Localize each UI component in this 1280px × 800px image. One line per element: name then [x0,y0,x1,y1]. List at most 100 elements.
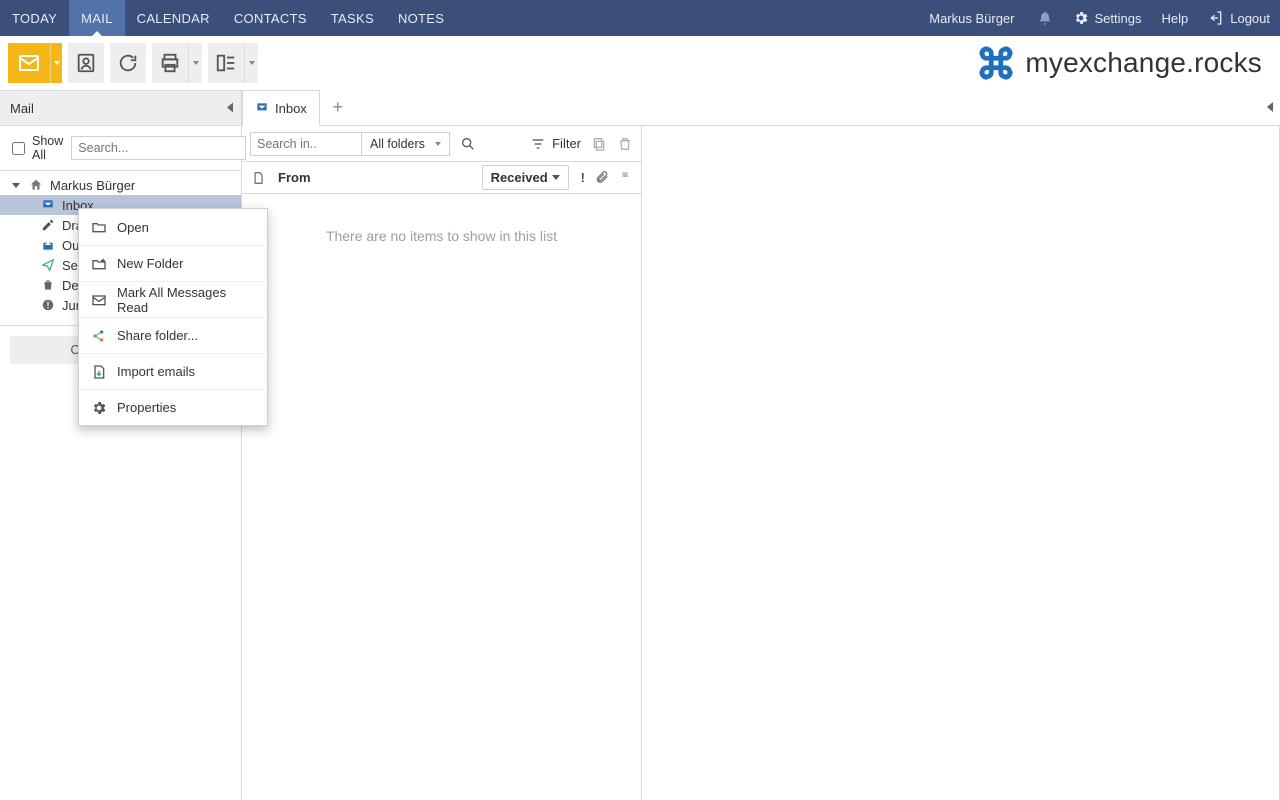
filter-icon [530,136,546,152]
empty-list-message: There are no items to show in this list [242,194,641,800]
layout-dropdown[interactable] [244,43,258,83]
settings-button[interactable]: Settings [1063,10,1152,26]
logout-icon [1208,10,1224,26]
ctx-share-folder[interactable]: Share folder... [79,317,267,353]
sidebar-title: Mail [10,101,34,116]
brand-text: myexchange.rocks [1025,47,1262,79]
copy-icon [591,136,607,152]
filter-button[interactable]: Filter [530,136,581,152]
top-bar: TODAY MAIL CALENDAR CONTACTS TASKS NOTES… [0,0,1280,36]
priority-column-icon[interactable]: ! [581,170,585,185]
topnav-today[interactable]: TODAY [0,0,69,36]
column-received[interactable]: Received [482,165,569,190]
message-list-pane: All folders Filter [242,126,642,800]
ctx-import-emails[interactable]: Import emails [79,353,267,389]
tab-inbox[interactable]: Inbox [242,90,320,126]
search-in-group: All folders [250,132,450,156]
search-go-button[interactable] [456,132,480,156]
logout-button[interactable]: Logout [1198,10,1280,26]
collapse-sidebar-button[interactable] [227,101,233,116]
ctx-label: Mark All Messages Read [117,285,255,315]
new-mail-button[interactable] [8,43,50,83]
share-icon [91,328,107,344]
current-user[interactable]: Markus Bürger [917,11,1026,26]
column-received-label: Received [491,170,548,185]
filter-label: Filter [552,136,581,151]
filter-chunk: Filter [530,136,633,152]
topnav-contacts[interactable]: CONTACTS [222,0,319,36]
ctx-open[interactable]: Open [79,209,267,245]
search-scope-label: All folders [370,137,425,151]
sidebar-search-input[interactable] [71,136,246,160]
logout-label: Logout [1230,11,1270,26]
list-column-header: From Received ! [242,162,641,194]
notifications-button[interactable] [1027,10,1063,26]
settings-label: Settings [1095,11,1142,26]
column-from[interactable]: From [278,170,470,185]
outbox-icon [40,237,56,253]
show-all-checkbox[interactable]: Show All [8,134,63,162]
plus-icon: + [333,97,344,118]
tab-label: Inbox [275,101,307,116]
search-scope-dropdown[interactable]: All folders [361,133,449,155]
topnav-tasks[interactable]: TASKS [319,0,386,36]
caret-left-icon [227,103,233,113]
folder-context-menu: Open New Folder Mark All Messages Read S… [78,208,268,426]
select-column-icon[interactable] [250,170,266,186]
column-right-icons: ! [581,170,633,185]
caret-left-icon [1267,102,1273,112]
flag-column-icon[interactable] [619,170,633,185]
inbox-icon [40,197,56,213]
home-icon [28,177,44,193]
brand: myexchange.rocks [977,44,1272,82]
topnav-calendar[interactable]: CALENDAR [125,0,222,36]
help-label: Help [1161,11,1188,26]
topnav-mail[interactable]: MAIL [69,0,125,36]
tabs-row: Inbox + [242,90,1280,126]
top-nav: TODAY MAIL CALENDAR CONTACTS TASKS NOTES [0,0,456,36]
list-search-input[interactable] [251,133,361,155]
folder-open-icon [91,219,107,235]
trash-icon [40,277,56,293]
collapse-preview-button[interactable] [1260,89,1280,125]
ctx-properties[interactable]: Properties [79,389,267,425]
show-all-label: Show All [32,134,63,162]
ctx-new-folder[interactable]: New Folder [79,245,267,281]
ctx-label: Properties [117,400,176,415]
sidebar-search-row: Show All [0,126,241,171]
import-icon [91,364,107,380]
new-mail-dropdown[interactable] [50,43,62,83]
brand-logo-icon [977,44,1015,82]
account-row[interactable]: Markus Bürger [0,175,241,195]
ctx-label: Open [117,220,149,235]
inbox-icon [255,101,269,115]
sent-icon [40,257,56,273]
layout-button[interactable] [208,43,244,83]
account-name: Markus Bürger [50,178,135,193]
ctx-mark-read[interactable]: Mark All Messages Read [79,281,267,317]
expand-caret-icon [12,183,20,188]
drafts-icon [40,217,56,233]
show-all-checkbox-input[interactable] [12,142,25,155]
preview-pane [642,126,1280,800]
copy-button[interactable] [591,136,607,152]
layout-split [208,43,258,83]
ctx-label: Import emails [117,364,195,379]
attachment-column-icon[interactable] [595,170,609,185]
ctx-label: New Folder [117,256,183,271]
content-area: Inbox + All folders [242,90,1280,800]
mail-open-icon [91,292,107,308]
topnav-notes[interactable]: NOTES [386,0,456,36]
tool-group [8,43,258,83]
junk-icon [40,297,56,313]
add-tab-button[interactable]: + [326,89,350,125]
print-dropdown[interactable] [188,43,202,83]
print-button[interactable] [152,43,188,83]
sidebar-header: Mail [0,90,241,126]
refresh-button[interactable] [110,43,146,83]
sort-caret-icon [552,175,560,180]
help-button[interactable]: Help [1151,11,1198,26]
address-book-button[interactable] [68,43,104,83]
delete-button[interactable] [617,136,633,152]
print-split [152,43,202,83]
